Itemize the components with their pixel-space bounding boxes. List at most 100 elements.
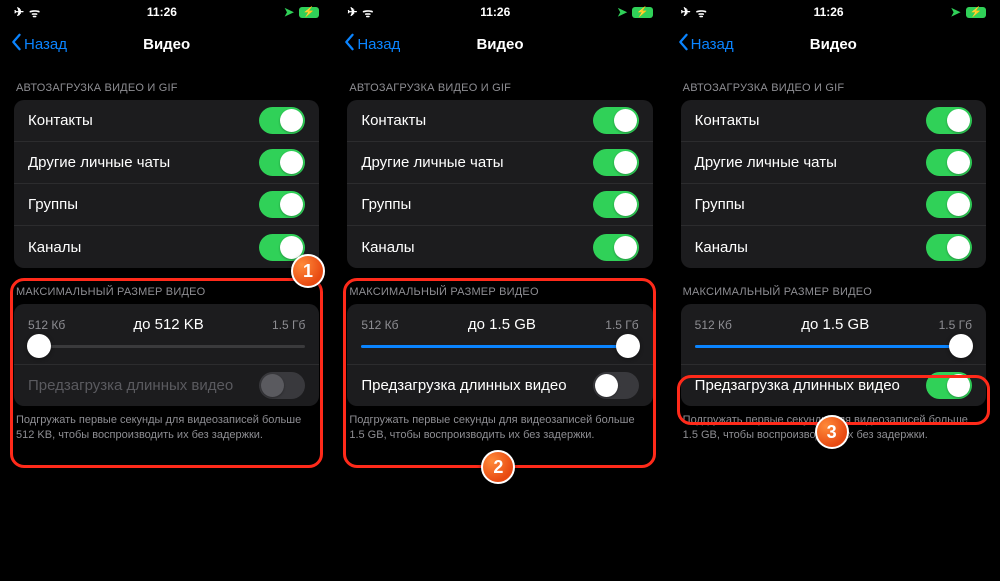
- cell-contacts[interactable]: Контакты: [347, 100, 652, 142]
- slider-max: 1.5 Гб: [605, 318, 638, 332]
- airplane-icon: ✈︎: [681, 5, 691, 19]
- toggle-contacts[interactable]: [259, 107, 305, 134]
- cell-label: Контакты: [695, 112, 760, 129]
- toggle-groups[interactable]: [593, 191, 639, 218]
- back-label: Назад: [357, 36, 400, 53]
- toggle-contacts[interactable]: [593, 107, 639, 134]
- back-button[interactable]: Назад: [343, 33, 400, 55]
- location-icon: ➤: [284, 5, 294, 19]
- slider-current: до 1.5 GB: [801, 316, 869, 333]
- back-label: Назад: [24, 36, 67, 53]
- cell-private[interactable]: Другие личные чаты: [681, 142, 986, 184]
- toggle-contacts[interactable]: [926, 107, 972, 134]
- footer-note: Подгружать первые секунды для видеозапис…: [333, 406, 666, 443]
- nav-bar: Назад Видео: [0, 24, 333, 64]
- footer-note: Подгружать первые секунды для видеозапис…: [667, 406, 1000, 443]
- cell-label: Группы: [695, 196, 745, 213]
- status-time: 11:26: [147, 5, 177, 19]
- slider-min: 512 Кб: [361, 318, 398, 332]
- cell-contacts[interactable]: Контакты: [681, 100, 986, 142]
- toggle-groups[interactable]: [259, 191, 305, 218]
- battery-icon: ⚡: [966, 7, 986, 18]
- footer-note: Подгружать первые секунды для видеозапис…: [0, 406, 333, 443]
- toggle-channels[interactable]: [926, 234, 972, 261]
- toggle-channels[interactable]: [593, 234, 639, 261]
- cell-label: Группы: [28, 196, 78, 213]
- cell-label: Группы: [361, 196, 411, 213]
- section-header-maxsize: МАКСИМАЛЬНЫЙ РАЗМЕР ВИДЕО: [667, 268, 1000, 304]
- section-header-autoload: АВТОЗАГРУЗКА ВИДЕО И GIF: [333, 64, 666, 100]
- phone-screen-1: ✈︎ ᯤ 11:26 ➤ ⚡ Назад Видео АВТОЗАГРУЗКА …: [0, 0, 333, 581]
- cell-groups[interactable]: Группы: [347, 184, 652, 226]
- cell-label: Каналы: [695, 239, 748, 256]
- location-icon: ➤: [950, 5, 960, 19]
- cell-channels[interactable]: Каналы: [14, 226, 319, 268]
- preload-label: Предзагрузка длинных видео: [695, 377, 900, 394]
- chevron-left-icon: [10, 33, 22, 55]
- toggle-preload[interactable]: [593, 372, 639, 399]
- maxsize-group: 512 Кб до 1.5 GB 1.5 Гб Предзагрузка дли…: [347, 304, 652, 406]
- slider-current: до 1.5 GB: [468, 316, 536, 333]
- cell-label: Другие личные чаты: [695, 154, 837, 171]
- toggle-preload[interactable]: [926, 372, 972, 399]
- cell-channels[interactable]: Каналы: [681, 226, 986, 268]
- slider-thumb[interactable]: [616, 334, 640, 358]
- cell-groups[interactable]: Группы: [681, 184, 986, 226]
- toggle-groups[interactable]: [926, 191, 972, 218]
- back-label: Назад: [691, 36, 734, 53]
- cell-channels[interactable]: Каналы: [347, 226, 652, 268]
- toggle-private[interactable]: [926, 149, 972, 176]
- slider-min: 512 Кб: [28, 318, 65, 332]
- autoload-group: Контакты Другие личные чаты Группы Канал…: [681, 100, 986, 268]
- cell-private[interactable]: Другие личные чаты: [14, 142, 319, 184]
- status-bar: ✈︎ ᯤ 11:26 ➤ ⚡: [667, 0, 1000, 24]
- back-button[interactable]: Назад: [677, 33, 734, 55]
- cell-contacts[interactable]: Контакты: [14, 100, 319, 142]
- cell-label: Каналы: [361, 239, 414, 256]
- nav-bar: Назад Видео: [667, 24, 1000, 64]
- cell-label: Другие личные чаты: [28, 154, 170, 171]
- phone-screen-3: ✈︎ ᯤ 11:26 ➤ ⚡ Назад Видео АВТОЗАГРУЗКА …: [667, 0, 1000, 581]
- battery-icon: ⚡: [632, 7, 652, 18]
- status-bar: ✈︎ ᯤ 11:26 ➤ ⚡: [333, 0, 666, 24]
- autoload-group: Контакты Другие личные чаты Группы Канал…: [14, 100, 319, 268]
- nav-bar: Назад Видео: [333, 24, 666, 64]
- cell-groups[interactable]: Группы: [14, 184, 319, 226]
- slider-track[interactable]: [695, 345, 972, 348]
- slider-thumb[interactable]: [949, 334, 973, 358]
- status-time: 11:26: [480, 5, 510, 19]
- toggle-private[interactable]: [593, 149, 639, 176]
- toggle-channels[interactable]: [259, 234, 305, 261]
- status-bar: ✈︎ ᯤ 11:26 ➤ ⚡: [0, 0, 333, 24]
- cell-label: Контакты: [28, 112, 93, 129]
- back-button[interactable]: Назад: [10, 33, 67, 55]
- toggle-private[interactable]: [259, 149, 305, 176]
- maxsize-group: 512 Кб до 512 KB 1.5 Гб Предзагрузка дли…: [14, 304, 319, 406]
- wifi-icon: ᯤ: [362, 4, 373, 21]
- step-badge-2: 2: [481, 450, 515, 484]
- slider-thumb[interactable]: [27, 334, 51, 358]
- preload-label: Предзагрузка длинных видео: [361, 377, 566, 394]
- page-title: Видео: [476, 36, 523, 53]
- cell-preload[interactable]: Предзагрузка длинных видео: [681, 364, 986, 406]
- chevron-left-icon: [677, 33, 689, 55]
- page-title: Видео: [143, 36, 190, 53]
- slider-max: 1.5 Гб: [939, 318, 972, 332]
- cell-preload: Предзагрузка длинных видео: [14, 364, 319, 406]
- section-header-autoload: АВТОЗАГРУЗКА ВИДЕО И GIF: [0, 64, 333, 100]
- section-header-maxsize: МАКСИМАЛЬНЫЙ РАЗМЕР ВИДЕО: [0, 268, 333, 304]
- chevron-left-icon: [343, 33, 355, 55]
- cell-label: Каналы: [28, 239, 81, 256]
- cell-preload[interactable]: Предзагрузка длинных видео: [347, 364, 652, 406]
- battery-icon: ⚡: [299, 7, 319, 18]
- slider-track[interactable]: [361, 345, 638, 348]
- section-header-maxsize: МАКСИМАЛЬНЫЙ РАЗМЕР ВИДЕО: [333, 268, 666, 304]
- slider-min: 512 Кб: [695, 318, 732, 332]
- wifi-icon: ᯤ: [29, 4, 40, 21]
- autoload-group: Контакты Другие личные чаты Группы Канал…: [347, 100, 652, 268]
- maxsize-group: 512 Кб до 1.5 GB 1.5 Гб Предзагрузка дли…: [681, 304, 986, 406]
- cell-private[interactable]: Другие личные чаты: [347, 142, 652, 184]
- slider-track[interactable]: [28, 345, 305, 348]
- toggle-preload: [259, 372, 305, 399]
- airplane-icon: ✈︎: [14, 5, 24, 19]
